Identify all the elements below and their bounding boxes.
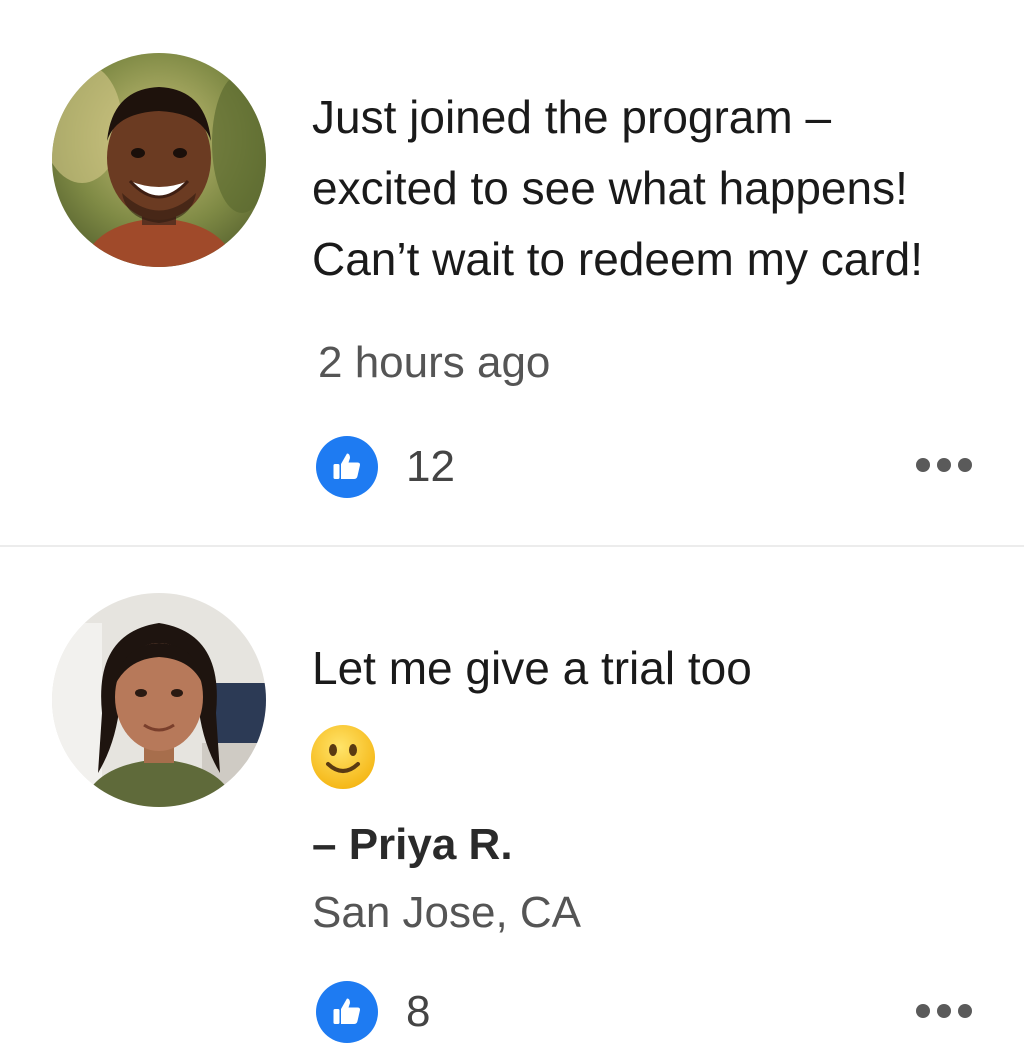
like-row: 12 bbox=[316, 436, 455, 498]
like-row: 8 bbox=[316, 981, 430, 1043]
comment-post-1: Just joined the program – excited to see… bbox=[0, 0, 1024, 546]
dot bbox=[916, 458, 930, 472]
author-name: – Priya R. bbox=[312, 820, 513, 869]
thumbs-up-icon[interactable] bbox=[316, 436, 378, 498]
more-options-icon[interactable] bbox=[916, 1004, 972, 1018]
post-text-line: Just joined the program – bbox=[312, 91, 832, 143]
post-text-line: Let me give a trial too bbox=[312, 642, 752, 694]
post-text-line: excited to see what happens! bbox=[312, 162, 908, 214]
post-text-line: Can’t wait to redeem my card! bbox=[312, 233, 924, 285]
like-count: 12 bbox=[406, 442, 455, 491]
slightly-smiling-face-icon bbox=[311, 725, 375, 789]
avatar-woman-image bbox=[52, 593, 266, 807]
dot bbox=[958, 458, 972, 472]
dot bbox=[937, 1004, 951, 1018]
dot bbox=[916, 1004, 930, 1018]
post-text: Just joined the program – excited to see… bbox=[312, 82, 923, 295]
thumbs-up-icon[interactable] bbox=[316, 981, 378, 1043]
avatar-man[interactable] bbox=[52, 53, 266, 267]
avatar-woman[interactable] bbox=[52, 593, 266, 807]
comment-post-2: Let me give a trial too – Priya R. San J… bbox=[0, 548, 1024, 1043]
like-count: 8 bbox=[406, 987, 431, 1036]
author-location: San Jose, CA bbox=[312, 888, 582, 937]
more-options-icon[interactable] bbox=[916, 458, 972, 472]
timestamp: 2 hours ago bbox=[318, 338, 551, 387]
dot bbox=[937, 458, 951, 472]
avatar-man-image bbox=[52, 53, 266, 267]
dot bbox=[958, 1004, 972, 1018]
post-divider bbox=[0, 545, 1024, 547]
post-text: Let me give a trial too bbox=[312, 633, 752, 704]
